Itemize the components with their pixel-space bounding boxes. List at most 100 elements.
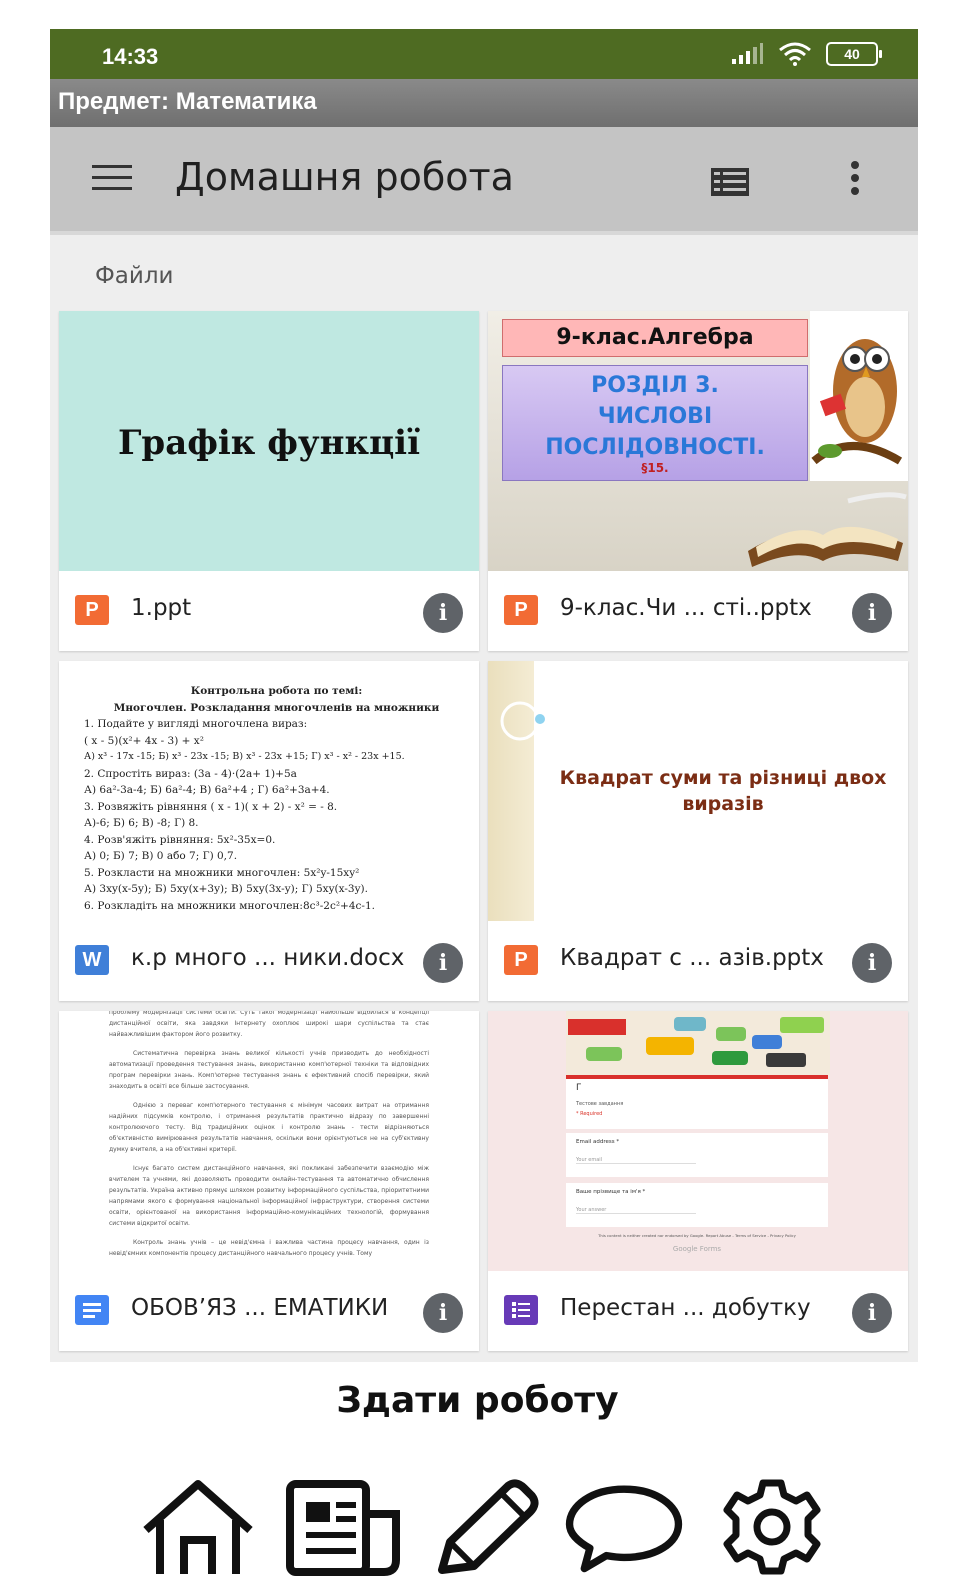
subject-label: Предмет: Математика bbox=[58, 88, 317, 115]
thumb-banner: 9-клас.Алгебра bbox=[502, 319, 808, 357]
file-card[interactable]: проблему модернізації системи освіти. Су… bbox=[59, 1011, 479, 1351]
chat-icon[interactable] bbox=[564, 1478, 684, 1576]
doc-paragraph: проблему модернізації системи освіти. Су… bbox=[109, 1011, 429, 1038]
file-card-footer: P 1.ppt i bbox=[59, 571, 479, 651]
menu-icon[interactable] bbox=[92, 165, 132, 193]
doc-line: 6. Розкладіть на множники многочлен:8c³-… bbox=[84, 899, 375, 912]
word-icon: W bbox=[75, 945, 109, 975]
google-forms-brand: Google Forms bbox=[672, 1245, 722, 1253]
thumb-line: ПОСЛІДОВНОСТІ. bbox=[545, 435, 765, 460]
question-label: Ваше прізвище та ім'я * bbox=[576, 1189, 646, 1195]
file-name: Квадрат с ... азів.pptx bbox=[560, 945, 824, 971]
app-screen: 14:33 40 Предмет: Математика Домашня роб… bbox=[50, 29, 918, 1362]
wifi-icon bbox=[779, 42, 811, 66]
doc-line: А) 3xy(x-5y); Б) 5xy(x+3y); В) 5xy(3x-y)… bbox=[84, 883, 368, 895]
form-question: Email address * Your email bbox=[566, 1133, 828, 1177]
page-title: Домашня робота bbox=[175, 155, 514, 199]
powerpoint-icon: P bbox=[504, 945, 538, 975]
thumb-line: РОЗДІЛ 3. bbox=[591, 373, 719, 398]
doc-line: А) 0; Б) 7; В) 0 або 7; Г) 0,7. bbox=[84, 850, 238, 862]
book-illustration bbox=[748, 492, 907, 567]
list-view-icon[interactable] bbox=[710, 167, 750, 197]
thumb-title: Квадрат суми та різниці двох виразів bbox=[559, 767, 887, 815]
status-time: 14:33 bbox=[102, 44, 159, 69]
file-card-footer: Перестан ... добутку i bbox=[488, 1271, 908, 1351]
file-thumbnail[interactable]: Контрольна робота по темі: Многочлен. Ро… bbox=[59, 661, 479, 921]
file-name: к.р много ... ники.docx bbox=[131, 945, 405, 971]
doc-line: 4. Розв'яжіть рівняння: 5x²-35x=0. bbox=[84, 833, 276, 846]
form-footer: This content is neither created nor endo… bbox=[598, 1233, 796, 1238]
thumb-box: РОЗДІЛ 3. ЧИСЛОВІ ПОСЛІДОВНОСТІ. §15. bbox=[502, 365, 808, 481]
pencil-icon[interactable] bbox=[430, 1478, 550, 1576]
google-forms-icon bbox=[504, 1295, 538, 1325]
question-hint: Your email bbox=[576, 1157, 696, 1164]
doc-line: 1. Подайте у вигляді многочлена вираз: bbox=[84, 718, 308, 730]
battery-icon: 40 bbox=[826, 42, 882, 66]
question-hint: Your answer bbox=[576, 1207, 696, 1214]
file-card[interactable]: 9-клас.Алгебра РОЗДІЛ 3. ЧИСЛОВІ ПОСЛІДО… bbox=[488, 311, 908, 651]
settings-icon[interactable] bbox=[712, 1478, 832, 1576]
doc-line: 3. Розвяжіть рівняння ( x - 1)( x + 2) -… bbox=[84, 800, 338, 813]
file-card[interactable]: Квадрат суми та різниці двох виразів P К… bbox=[488, 661, 908, 1001]
info-icon[interactable]: i bbox=[852, 943, 892, 983]
vehicles-header-image bbox=[566, 1011, 830, 1075]
file-thumbnail[interactable]: 9-клас.Алгебра РОЗДІЛ 3. ЧИСЛОВІ ПОСЛІДО… bbox=[488, 311, 908, 571]
doc-line: А) x³ - 17x -15; Б) x³ - 23x -15; В) x³ … bbox=[84, 751, 405, 762]
doc-paragraph: Існує багато систем дистанційного навчан… bbox=[109, 1165, 429, 1227]
swirl-decoration bbox=[500, 701, 545, 741]
newspaper-icon[interactable] bbox=[284, 1478, 404, 1576]
thumb-paragraph: §15. bbox=[641, 461, 669, 475]
file-thumbnail[interactable]: Г Тестове завдання * Required Email addr… bbox=[488, 1011, 908, 1271]
file-name: 9-клас.Чи ... сті..pptx bbox=[560, 595, 812, 621]
form-card: Г Тестове завдання * Required bbox=[566, 1075, 828, 1129]
doc-paragraph: Систематична перевірка знань великої кіл… bbox=[109, 1050, 429, 1090]
file-card-footer: ОБОВ’ЯЗ ... ЕМАТИКИ i bbox=[59, 1271, 479, 1351]
more-options-icon[interactable] bbox=[847, 161, 863, 197]
info-icon[interactable]: i bbox=[852, 1293, 892, 1333]
file-thumbnail[interactable]: Квадрат суми та різниці двох виразів bbox=[488, 661, 908, 921]
info-icon[interactable]: i bbox=[852, 593, 892, 633]
home-icon[interactable] bbox=[138, 1478, 258, 1576]
thumb-title: Графік функції bbox=[117, 423, 421, 463]
submit-work-button[interactable]: Здати роботу bbox=[0, 1380, 955, 1421]
info-icon[interactable]: i bbox=[423, 593, 463, 633]
file-card[interactable]: Контрольна робота по темі: Многочлен. Ро… bbox=[59, 661, 479, 1001]
subject-header: Предмет: Математика bbox=[50, 79, 918, 127]
doc-paragraph: Контроль знань учнів – це невід'ємна і в… bbox=[109, 1239, 429, 1257]
app-bar: Домашня робота bbox=[50, 127, 918, 235]
status-icons: 40 bbox=[730, 41, 882, 67]
file-card-footer: W к.р много ... ники.docx i bbox=[59, 921, 479, 1001]
section-files-label: Файли bbox=[95, 263, 174, 289]
form-question: Ваше прізвище та ім'я * Your answer bbox=[566, 1183, 828, 1227]
form-description: Тестове завдання bbox=[576, 1101, 624, 1107]
doc-line: 2. Спростіть вираз: (3a - 4)·(2a+ 1)+5a bbox=[84, 767, 297, 780]
form-required-note: * Required bbox=[576, 1111, 603, 1117]
google-docs-icon bbox=[75, 1295, 109, 1325]
owl-illustration bbox=[810, 311, 908, 481]
file-card-footer: P 9-клас.Чи ... сті..pptx i bbox=[488, 571, 908, 651]
info-icon[interactable]: i bbox=[423, 943, 463, 983]
bottom-navigation bbox=[138, 1478, 838, 1576]
form-title: Г bbox=[576, 1083, 582, 1093]
signal-icon bbox=[732, 43, 763, 64]
doc-line: А)-6; Б) 6; В) -8; Г) 8. bbox=[84, 817, 199, 829]
status-bar: 14:33 40 bbox=[50, 29, 918, 79]
powerpoint-icon: P bbox=[504, 595, 538, 625]
file-card-footer: P Квадрат с ... азів.pptx i bbox=[488, 921, 908, 1001]
info-icon[interactable]: i bbox=[423, 1293, 463, 1333]
file-thumbnail[interactable]: Графік функції bbox=[59, 311, 479, 571]
thumb-line: ЧИСЛОВІ bbox=[597, 404, 713, 429]
doc-line: ( x - 5)(x²+ 4x - 3) + x² bbox=[84, 734, 204, 747]
doc-heading: Контрольна робота по темі: bbox=[190, 685, 363, 697]
doc-heading: Многочлен. Розкладання многочленів на мн… bbox=[113, 701, 440, 714]
doc-line: 5. Розкласти на множники многочлен: 5x²y… bbox=[84, 866, 360, 879]
file-card[interactable]: Г Тестове завдання * Required Email addr… bbox=[488, 1011, 908, 1351]
file-name: 1.ppt bbox=[131, 595, 192, 621]
question-label: Email address * bbox=[576, 1139, 620, 1145]
powerpoint-icon: P bbox=[75, 595, 109, 625]
file-thumbnail[interactable]: проблему модернізації системи освіти. Су… bbox=[59, 1011, 479, 1271]
file-name: ОБОВ’ЯЗ ... ЕМАТИКИ bbox=[131, 1295, 389, 1321]
file-card[interactable]: Графік функції P 1.ppt i bbox=[59, 311, 479, 651]
file-name: Перестан ... добутку bbox=[560, 1295, 811, 1321]
doc-paragraph: Однією з переваг комп'ютерного тестуванн… bbox=[109, 1102, 429, 1153]
